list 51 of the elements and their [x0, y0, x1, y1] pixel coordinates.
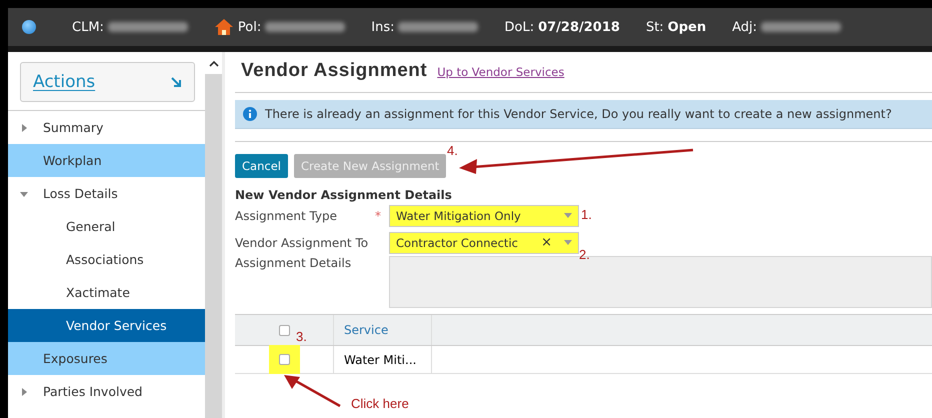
header-label: St:	[646, 20, 664, 34]
nav-item[interactable]: Associations	[8, 243, 205, 276]
page-title: Vendor Assignment	[241, 60, 428, 82]
header-label: Ins:	[371, 20, 394, 34]
nav-item[interactable]: Loss Details	[8, 177, 205, 210]
annotation-label: 1.	[581, 207, 592, 222]
cancel-button[interactable]: Cancel	[235, 154, 288, 178]
info-icon	[243, 107, 257, 121]
status-dot-icon	[22, 20, 36, 34]
nav-item[interactable]: Workplan	[8, 144, 205, 177]
actions-menu-button[interactable]: Actions	[20, 62, 195, 102]
annotation-label: 3.	[296, 329, 307, 344]
header-value: Open	[668, 20, 706, 34]
expand-arrow-icon[interactable]	[20, 388, 28, 396]
table-cell: Water Miti...	[334, 346, 432, 373]
annotation-label: Click here	[351, 396, 409, 411]
column-header[interactable]: Service	[344, 323, 388, 337]
nav-item[interactable]: Parties Involved	[8, 375, 205, 408]
header-value: 07/28/2018	[538, 20, 620, 34]
header-label: Pol:	[238, 20, 262, 34]
arrow-icon	[170, 76, 182, 88]
row-checkbox[interactable]	[278, 354, 290, 365]
nav-item[interactable]: Exposures	[8, 342, 205, 375]
scrollbar[interactable]	[205, 52, 222, 418]
dropdown-field[interactable]: Water Mitigation Only	[389, 204, 579, 226]
header-label: CLM:	[72, 20, 104, 34]
header-label: DoL:	[504, 20, 534, 34]
field-label: Vendor Assignment To	[235, 236, 370, 250]
caret-icon	[564, 213, 572, 218]
required-asterisk: *	[375, 208, 381, 222]
info-message: There is already an assignment for this Vendor Service, Do you really want to create a new assignment?	[265, 107, 892, 121]
nav-item[interactable]: Vendor Services	[8, 309, 205, 342]
scroll-up-icon[interactable]	[208, 60, 218, 66]
nav-item[interactable]: General	[8, 210, 205, 243]
nav-item[interactable]: Summary	[8, 111, 205, 144]
up-link[interactable]: Up to Vendor Services	[437, 65, 564, 79]
field-label: Assignment Details	[235, 256, 352, 270]
header-label: Adj:	[732, 20, 758, 34]
field-label: Assignment Type	[235, 208, 338, 222]
caret-icon	[564, 240, 572, 245]
annotation-arrow	[282, 374, 342, 408]
section-title: New Vendor Assignment Details	[235, 188, 453, 202]
expand-arrow-icon[interactable]	[20, 124, 28, 132]
nav-item[interactable]: Xactimate	[8, 276, 205, 309]
dropdown-field[interactable]: Contractor Connectic ×	[389, 232, 579, 254]
select-all-checkbox[interactable]	[278, 324, 290, 336]
annotation-label: 4.	[447, 143, 458, 158]
collapse-arrow-icon[interactable]	[20, 190, 28, 198]
clear-icon[interactable]: ×	[541, 235, 552, 250]
house-icon	[214, 17, 234, 37]
annotation-label: 2.	[579, 247, 590, 262]
